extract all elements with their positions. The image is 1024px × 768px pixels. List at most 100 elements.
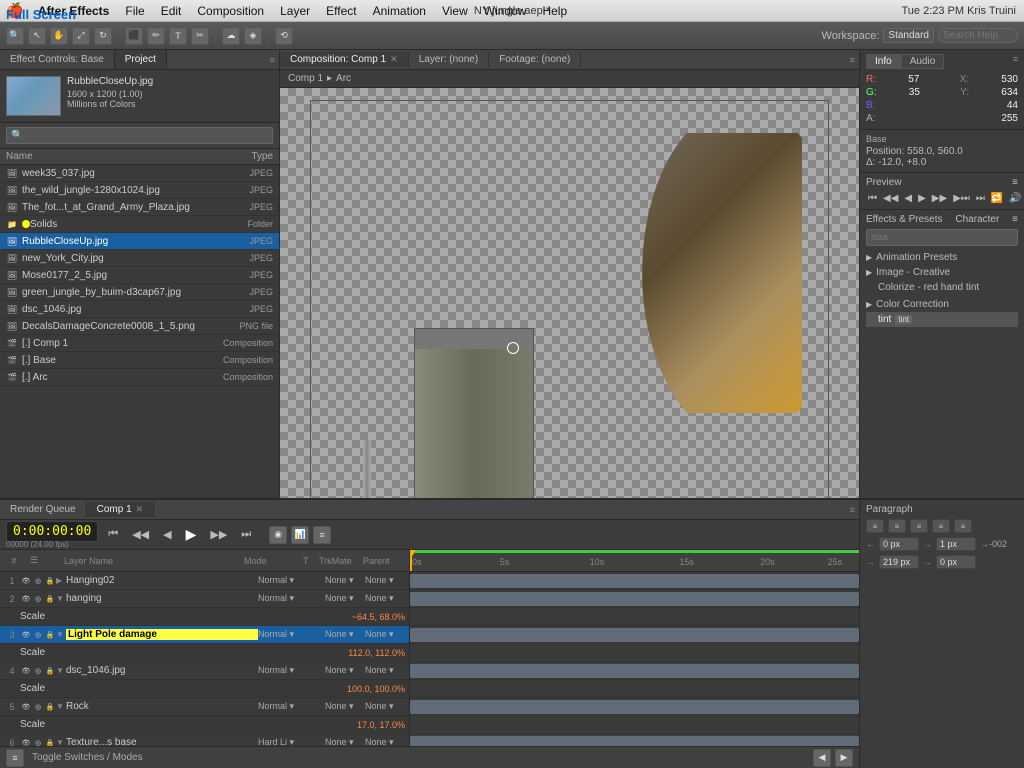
comp-panel-menu[interactable]: ≡ (850, 55, 859, 65)
workspace-dropdown[interactable]: Standard (883, 28, 934, 43)
file-item[interactable]: 🖼dsc_1046.jpgJPEG (0, 301, 279, 318)
layer-mode-label[interactable]: Normal ▾ (258, 593, 313, 604)
prev-fwd-btn[interactable]: ▶⏭ (951, 192, 972, 205)
align-full-btn[interactable]: ≡ (954, 519, 972, 533)
file-item[interactable]: 🎬[.] ArcComposition (0, 369, 279, 386)
toggle-switches-label[interactable]: Toggle Switches / Modes (32, 752, 143, 763)
file-item[interactable]: 🎬[.] BaseComposition (0, 352, 279, 369)
track-bar[interactable] (410, 592, 859, 606)
file-item[interactable]: 🖼Mose0177_2_5.jpgJPEG (0, 267, 279, 284)
layer-mode-label[interactable]: Normal ▾ (258, 665, 313, 676)
layer-sub-value[interactable]: ~64.5, 68.0% (352, 612, 405, 622)
layer-vis-btn[interactable]: 👁 (20, 629, 32, 641)
indent-right-input[interactable] (936, 537, 976, 551)
layer-solo-btn[interactable]: ◎ (32, 701, 44, 713)
layer-lock-btn[interactable]: 🔒 (44, 737, 56, 747)
layer-mode-label[interactable]: Hard Li ▾ (258, 737, 313, 746)
layer-expand-btn[interactable]: ▼ (56, 738, 66, 746)
layer-row[interactable]: 5👁◎🔒▼RockNormal ▾None ▾None ▾ (0, 698, 409, 716)
file-item[interactable]: 🖼RubbleCloseUp.jpgJPEG (0, 233, 279, 250)
layer-lock-btn[interactable]: 🔒 (44, 593, 56, 605)
toolbar-btn-3[interactable]: ✋ (50, 27, 68, 45)
file-item[interactable]: 🎬[.] Comp 1Composition (0, 335, 279, 352)
toolbar-btn-8[interactable]: T (169, 27, 187, 45)
info-tab[interactable]: Info (866, 54, 901, 69)
file-item[interactable]: 🖼green_jungle_by_buim-d3cap67.jpgJPEG (0, 284, 279, 301)
file-item[interactable]: 📁SolidsFolder (0, 216, 279, 233)
timeline-bottom-btn2[interactable]: ▶ (835, 749, 853, 767)
effects-search-input[interactable] (866, 229, 1018, 246)
toolbar-btn-5[interactable]: ↻ (94, 27, 112, 45)
prev-loop-btn[interactable]: 🔁 (989, 192, 1005, 205)
layer-solo-btn[interactable]: ◎ (32, 665, 44, 677)
toolbar-btn-6[interactable]: ⬛ (125, 27, 143, 45)
layer-expand-btn[interactable]: ▼ (56, 594, 66, 603)
file-item[interactable]: 🖼DecalsDamageConcrete0008_1_5.pngPNG fil… (0, 318, 279, 335)
prev-first-btn[interactable]: ⏮ (866, 192, 879, 205)
effect-controls-tab[interactable]: Effect Controls: Base (0, 50, 115, 69)
toolbar-btn-9[interactable]: ✂ (191, 27, 209, 45)
prev-play-btn[interactable]: ▶ (916, 192, 928, 205)
breadcrumb-comp1[interactable]: Comp 1 (288, 73, 323, 84)
file-item[interactable]: 🖼week35_037.jpgJPEG (0, 165, 279, 182)
menu-edit[interactable]: Edit (153, 4, 190, 18)
menu-composition[interactable]: Composition (189, 4, 272, 18)
preview-menu[interactable]: ≡ (1012, 177, 1018, 188)
layer-row[interactable]: 2👁◎🔒▼hangingNormal ▾None ▾None ▾ (0, 590, 409, 608)
playhead[interactable] (410, 550, 412, 571)
transport-next[interactable]: ▶▶ (206, 526, 231, 543)
menu-layer[interactable]: Layer (272, 4, 318, 18)
menu-effect[interactable]: Effect (318, 4, 364, 18)
layer-expand-btn[interactable]: ▼ (56, 702, 66, 711)
layer-tab[interactable]: Layer: (none) (409, 52, 489, 67)
graph-editor-btn[interactable]: 📊 (291, 526, 309, 544)
layer-lock-btn[interactable]: 🔒 (44, 575, 56, 587)
char-title[interactable]: Character (955, 214, 999, 225)
margin2-input[interactable] (936, 555, 976, 569)
search-help-input[interactable] (938, 28, 1018, 43)
layer-solo-btn[interactable]: ◎ (32, 629, 44, 641)
track-bar[interactable] (410, 574, 859, 588)
layer-sub-value[interactable]: 112.0, 112.0% (348, 648, 405, 658)
comp-tab-close[interactable]: ✕ (390, 54, 398, 65)
prev-last-btn[interactable]: ⏭ (974, 192, 987, 205)
align-right-btn[interactable]: ≡ (910, 519, 928, 533)
layer-row[interactable]: 4👁◎🔒▼dsc_1046.jpgNormal ▾None ▾None ▾ (0, 662, 409, 680)
indent-left-input[interactable] (879, 537, 919, 551)
toolbar-btn-2[interactable]: ↖ (28, 27, 46, 45)
layer-solo-btn[interactable]: ◎ (32, 593, 44, 605)
layer-vis-btn[interactable]: 👁 (20, 737, 32, 747)
breadcrumb-arc[interactable]: Arc (336, 73, 351, 84)
audio-tab[interactable]: Audio (901, 54, 945, 69)
file-item[interactable]: 🖼new_York_City.jpgJPEG (0, 250, 279, 267)
track-bar[interactable] (410, 628, 859, 642)
layer-vis-btn[interactable]: 👁 (20, 575, 32, 587)
layer-expand-btn[interactable]: ▶ (56, 576, 66, 585)
animation-presets-header[interactable]: ▶ Animation Presets (866, 250, 1018, 265)
layer-solo-btn[interactable]: ◎ (32, 737, 44, 747)
comp-tab-1[interactable]: Composition: Comp 1 ✕ (280, 52, 409, 67)
project-tab[interactable]: Project (115, 50, 167, 69)
layer-lock-btn[interactable]: 🔒 (44, 665, 56, 677)
align-center-btn[interactable]: ≡ (888, 519, 906, 533)
timecode-display-main[interactable]: 0:00:00:00 00000 (24.00 fps) (6, 521, 98, 549)
toggle-switches-btn[interactable]: ≡ (6, 749, 24, 767)
project-search-input[interactable] (6, 127, 273, 144)
panel-menu[interactable]: ≡ (270, 50, 279, 69)
toolbar-btn-4[interactable]: ⤢ (72, 27, 90, 45)
prev-step-fwd-btn[interactable]: ▶▶ (930, 192, 949, 205)
align-justify-btn[interactable]: ≡ (932, 519, 950, 533)
prev-audio-btn[interactable]: 🔊 (1007, 192, 1023, 205)
layer-mode-label[interactable]: Normal ▾ (258, 701, 313, 712)
transport-first[interactable]: ⏮ (104, 526, 122, 543)
render-queue-tab[interactable]: Render Queue (0, 502, 87, 517)
layer-lock-btn[interactable]: 🔒 (44, 701, 56, 713)
menu-file[interactable]: File (117, 4, 152, 18)
layer-row[interactable]: 1👁◎🔒▶Hanging02Normal ▾None ▾None ▾ (0, 572, 409, 590)
file-item[interactable]: 🖼The_fot...t_at_Grand_Army_Plaza.jpgJPEG (0, 199, 279, 216)
margin-input[interactable] (879, 555, 919, 569)
menu-view[interactable]: View (434, 4, 476, 18)
timeline-menu[interactable]: ≡ (850, 505, 859, 515)
align-left-btn[interactable]: ≡ (866, 519, 884, 533)
layer-sub-value[interactable]: 100.0, 100.0% (347, 684, 405, 694)
